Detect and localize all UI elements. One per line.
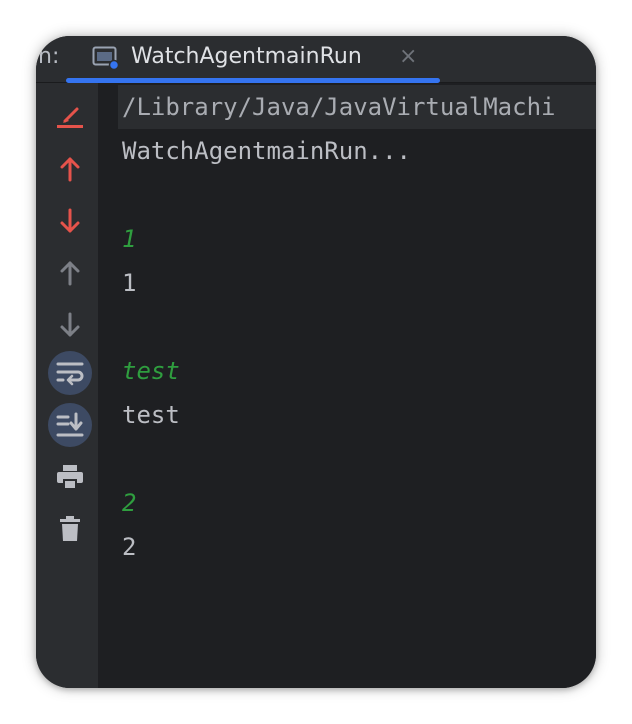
- console-input-line: 1: [122, 225, 137, 253]
- scroll-up-button[interactable]: [48, 251, 92, 295]
- scroll-to-end-icon: [56, 412, 84, 437]
- console-output-line: 2: [122, 533, 137, 561]
- print-button[interactable]: [48, 455, 92, 499]
- console-output-line: test: [122, 401, 180, 429]
- clear-all-icon: [57, 107, 83, 128]
- tab-watchagentmainrun[interactable]: WatchAgentmainRun ×: [86, 36, 426, 82]
- console-output[interactable]: /Library/Java/JavaVirtualMachi WatchAgen…: [98, 83, 596, 688]
- run-tab-bar: n: WatchAgentmainRun ×: [36, 36, 596, 83]
- scroll-up-icon: [60, 261, 80, 286]
- scroll-down-button[interactable]: [48, 303, 92, 347]
- console-input-line: 2: [122, 489, 137, 517]
- print-icon: [57, 465, 83, 488]
- scroll-to-end-toggle[interactable]: [48, 403, 92, 447]
- console-command-line: /Library/Java/JavaVirtualMachi: [118, 85, 596, 129]
- down-stack-trace-button[interactable]: [48, 199, 92, 243]
- console-output-line: 1: [122, 269, 137, 297]
- console-toolbar: [36, 83, 98, 688]
- scroll-down-icon: [60, 312, 80, 337]
- soft-wrap-toggle[interactable]: [48, 351, 92, 395]
- tab-bar-prefix: n:: [38, 44, 60, 69]
- run-tool-window: n: WatchAgentmainRun × /Library/Java/Jav…: [36, 36, 596, 688]
- soft-wrap-icon: [56, 362, 84, 386]
- trash-icon: [60, 516, 80, 541]
- console-input-line: test: [122, 357, 180, 385]
- up-stack-trace-icon: [60, 157, 80, 182]
- down-stack-trace-icon: [60, 208, 80, 233]
- up-stack-trace-button[interactable]: [48, 147, 92, 191]
- clear-all-button[interactable]: [48, 95, 92, 139]
- console-output-line: WatchAgentmainRun...: [122, 137, 411, 165]
- clear-console-button[interactable]: [48, 507, 92, 551]
- console-window-icon: [92, 45, 120, 71]
- tab-label: WatchAgentmainRun: [131, 44, 362, 69]
- close-icon[interactable]: ×: [399, 44, 417, 69]
